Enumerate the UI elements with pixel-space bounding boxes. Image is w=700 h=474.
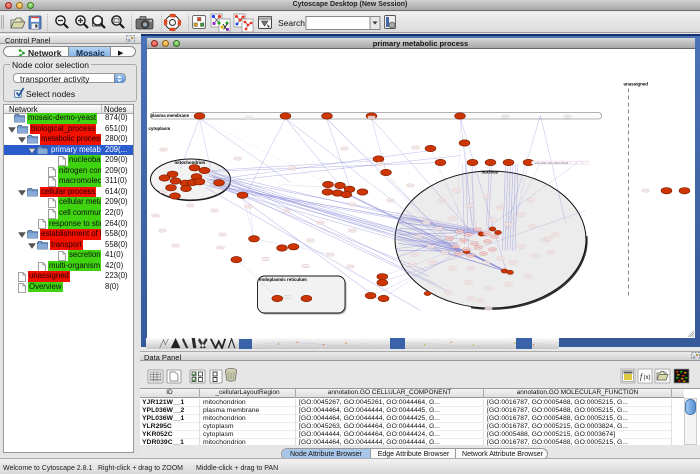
svg-text:(x): (x) xyxy=(644,375,651,381)
svg-text:annotation.GO.CELLULAR: annotation.GO.CELLULAR xyxy=(534,161,567,165)
svg-text:endoplasmic reticulum: endoplasmic reticulum xyxy=(259,276,307,281)
svg-text:Search:: Search: xyxy=(278,18,307,28)
svg-text:nucleus: nucleus xyxy=(481,169,498,174)
svg-text:plasma membrane: plasma membrane xyxy=(150,113,189,118)
svg-text:cytoplasm: cytoplasm xyxy=(148,126,170,131)
svg-text:unassigned: unassigned xyxy=(623,81,648,86)
svg-text:mitochondrion: mitochondrion xyxy=(174,160,205,165)
